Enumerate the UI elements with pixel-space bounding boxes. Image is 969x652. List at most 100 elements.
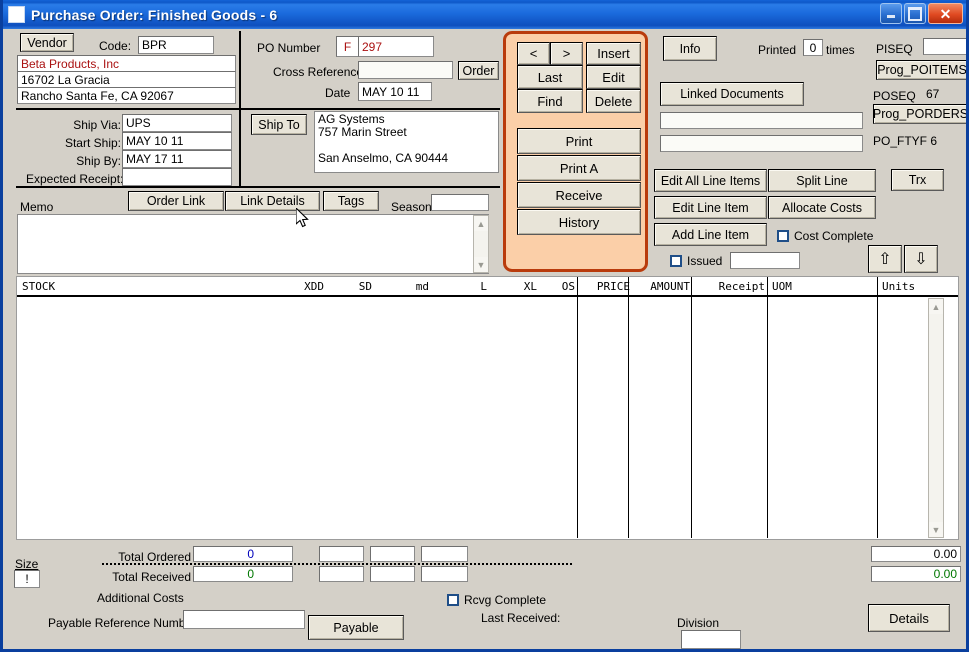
history-button[interactable]: History bbox=[517, 209, 641, 235]
size-input[interactable]: ! bbox=[14, 570, 40, 588]
move-down-button[interactable]: ⇩ bbox=[904, 245, 938, 273]
po-ftyf-label: PO_FTYF 6 bbox=[873, 134, 938, 148]
last-button[interactable]: Last bbox=[517, 65, 583, 89]
po-prefix-field[interactable]: F bbox=[336, 36, 358, 57]
window-title: Purchase Order: Finished Goods - 6 bbox=[31, 6, 278, 23]
size-total-box-1-ordered bbox=[319, 546, 364, 562]
grid-col-os[interactable]: OS bbox=[545, 277, 575, 295]
linked-field-2[interactable] bbox=[660, 135, 863, 152]
order-button[interactable]: Order bbox=[458, 61, 499, 80]
ship-via-label: Ship Via: bbox=[73, 118, 121, 132]
po-date-input[interactable]: MAY 10 11 bbox=[358, 82, 432, 101]
payable-reference-input[interactable] bbox=[183, 610, 305, 629]
season-input[interactable] bbox=[431, 194, 489, 211]
ship-to-address-field[interactable]: AG Systems 757 Marin Street San Anselmo,… bbox=[314, 111, 499, 173]
total-received-value: 0 bbox=[193, 566, 293, 582]
issued-checkbox-group[interactable]: Issued bbox=[670, 254, 722, 268]
top-section-divider bbox=[16, 108, 500, 110]
vendor-address-line1-field[interactable]: 16702 La Gracia bbox=[17, 71, 236, 88]
prog-porders-button[interactable]: Prog_PORDERS bbox=[873, 104, 966, 124]
rcvg-complete-checkbox[interactable] bbox=[447, 594, 459, 606]
start-ship-input[interactable]: MAY 10 11 bbox=[122, 132, 232, 150]
cost-complete-checkbox-group[interactable]: Cost Complete bbox=[777, 229, 873, 243]
system-menu-icon[interactable] bbox=[8, 6, 25, 23]
tags-button[interactable]: Tags bbox=[323, 191, 379, 211]
poseq-field[interactable]: 67 bbox=[923, 85, 966, 102]
size-total-box-1-received bbox=[319, 566, 364, 582]
grid-col-xl[interactable]: XL bbox=[507, 277, 537, 295]
line-items-grid[interactable]: STOCK XDD SD md L XL OS PRICE AMOUNT Rec… bbox=[16, 276, 959, 540]
ship-via-input[interactable]: UPS bbox=[122, 114, 232, 132]
details-button[interactable]: Details bbox=[868, 604, 950, 632]
expected-receipt-input[interactable] bbox=[122, 168, 232, 186]
vendor-name-field[interactable]: Beta Products, Inc bbox=[17, 55, 236, 72]
print-a-button[interactable]: Print A bbox=[517, 155, 641, 181]
receive-button[interactable]: Receive bbox=[517, 182, 641, 208]
add-line-item-button[interactable]: Add Line Item bbox=[654, 223, 767, 246]
ship-by-input[interactable]: MAY 17 11 bbox=[122, 150, 232, 168]
grid-col-amount[interactable]: AMOUNT bbox=[632, 277, 690, 295]
grid-scroll-down-icon[interactable]: ▼ bbox=[929, 522, 943, 537]
move-up-button[interactable]: ⇧ bbox=[868, 245, 902, 273]
rcvg-complete-checkbox-group[interactable]: Rcvg Complete bbox=[447, 593, 546, 607]
grid-col-units[interactable]: Units bbox=[882, 277, 915, 295]
prog-poitems-button[interactable]: Prog_POITEMS bbox=[876, 60, 966, 80]
vendor-code-input[interactable]: BPR bbox=[138, 36, 214, 54]
print-button[interactable]: Print bbox=[517, 128, 641, 154]
size-total-box-2-ordered bbox=[370, 546, 415, 562]
grid-scrollbar[interactable]: ▲ ▼ bbox=[928, 298, 944, 538]
purchase-order-window: Purchase Order: Finished Goods - 6 ✕ Ven… bbox=[0, 0, 969, 652]
size-total-box-2-received bbox=[370, 566, 415, 582]
po-number-input[interactable]: 297 bbox=[358, 36, 434, 57]
issued-checkbox[interactable] bbox=[670, 255, 682, 267]
division-input[interactable] bbox=[681, 630, 741, 649]
grid-col-stock[interactable]: STOCK bbox=[22, 277, 55, 295]
trx-button[interactable]: Trx bbox=[891, 169, 944, 191]
vendor-po-divider bbox=[239, 31, 241, 109]
grid-col-l[interactable]: L bbox=[457, 277, 487, 295]
grid-col-price[interactable]: PRICE bbox=[582, 277, 630, 295]
close-button[interactable]: ✕ bbox=[928, 3, 963, 24]
grid-col-xdd[interactable]: XDD bbox=[286, 277, 324, 295]
prev-record-button[interactable]: < bbox=[517, 42, 550, 65]
last-received-label: Last Received: bbox=[481, 611, 561, 625]
edit-line-item-button[interactable]: Edit Line Item bbox=[654, 196, 767, 219]
linked-field-1[interactable] bbox=[660, 112, 863, 129]
grid-col-md[interactable]: md bbox=[399, 277, 429, 295]
grid-scroll-up-icon[interactable]: ▲ bbox=[929, 299, 943, 314]
edit-button[interactable]: Edit bbox=[586, 65, 641, 89]
linked-documents-button[interactable]: Linked Documents bbox=[660, 82, 804, 106]
shipping-shipto-divider bbox=[239, 110, 241, 187]
cross-reference-input[interactable] bbox=[358, 61, 453, 79]
issued-input[interactable] bbox=[730, 252, 800, 269]
vendor-button[interactable]: Vendor bbox=[20, 33, 74, 52]
payable-reference-label: Payable Reference Number bbox=[48, 616, 197, 630]
memo-textarea[interactable] bbox=[17, 214, 489, 274]
vendor-address-line2-field[interactable]: Rancho Santa Fe, CA 92067 bbox=[17, 87, 236, 104]
next-record-button[interactable]: > bbox=[550, 42, 583, 65]
allocate-costs-button[interactable]: Allocate Costs bbox=[768, 196, 876, 219]
insert-button[interactable]: Insert bbox=[586, 42, 641, 65]
scroll-down-icon[interactable]: ▼ bbox=[474, 257, 488, 272]
info-button[interactable]: Info bbox=[663, 36, 717, 61]
window-controls: ✕ bbox=[880, 3, 963, 24]
find-button[interactable]: Find bbox=[517, 89, 583, 113]
grid-col-receipt[interactable]: Receipt bbox=[695, 277, 765, 295]
maximize-button[interactable] bbox=[904, 3, 926, 24]
split-line-button[interactable]: Split Line bbox=[768, 169, 876, 192]
grid-col-sd[interactable]: SD bbox=[342, 277, 372, 295]
ship-to-button[interactable]: Ship To bbox=[251, 114, 307, 135]
size-label: Size bbox=[15, 557, 39, 571]
scroll-up-icon[interactable]: ▲ bbox=[474, 216, 488, 231]
piseq-field[interactable] bbox=[923, 38, 966, 55]
cost-complete-checkbox[interactable] bbox=[777, 230, 789, 242]
delete-button[interactable]: Delete bbox=[586, 89, 641, 113]
payable-button[interactable]: Payable bbox=[308, 615, 404, 640]
order-link-button[interactable]: Order Link bbox=[128, 191, 224, 211]
memo-scrollbar[interactable]: ▲ ▼ bbox=[473, 215, 489, 273]
issued-label: Issued bbox=[687, 254, 723, 268]
minimize-button[interactable] bbox=[880, 3, 902, 24]
grid-body[interactable] bbox=[17, 297, 958, 538]
edit-all-line-items-button[interactable]: Edit All Line Items bbox=[654, 169, 767, 192]
grid-col-uom[interactable]: UOM bbox=[772, 277, 792, 295]
